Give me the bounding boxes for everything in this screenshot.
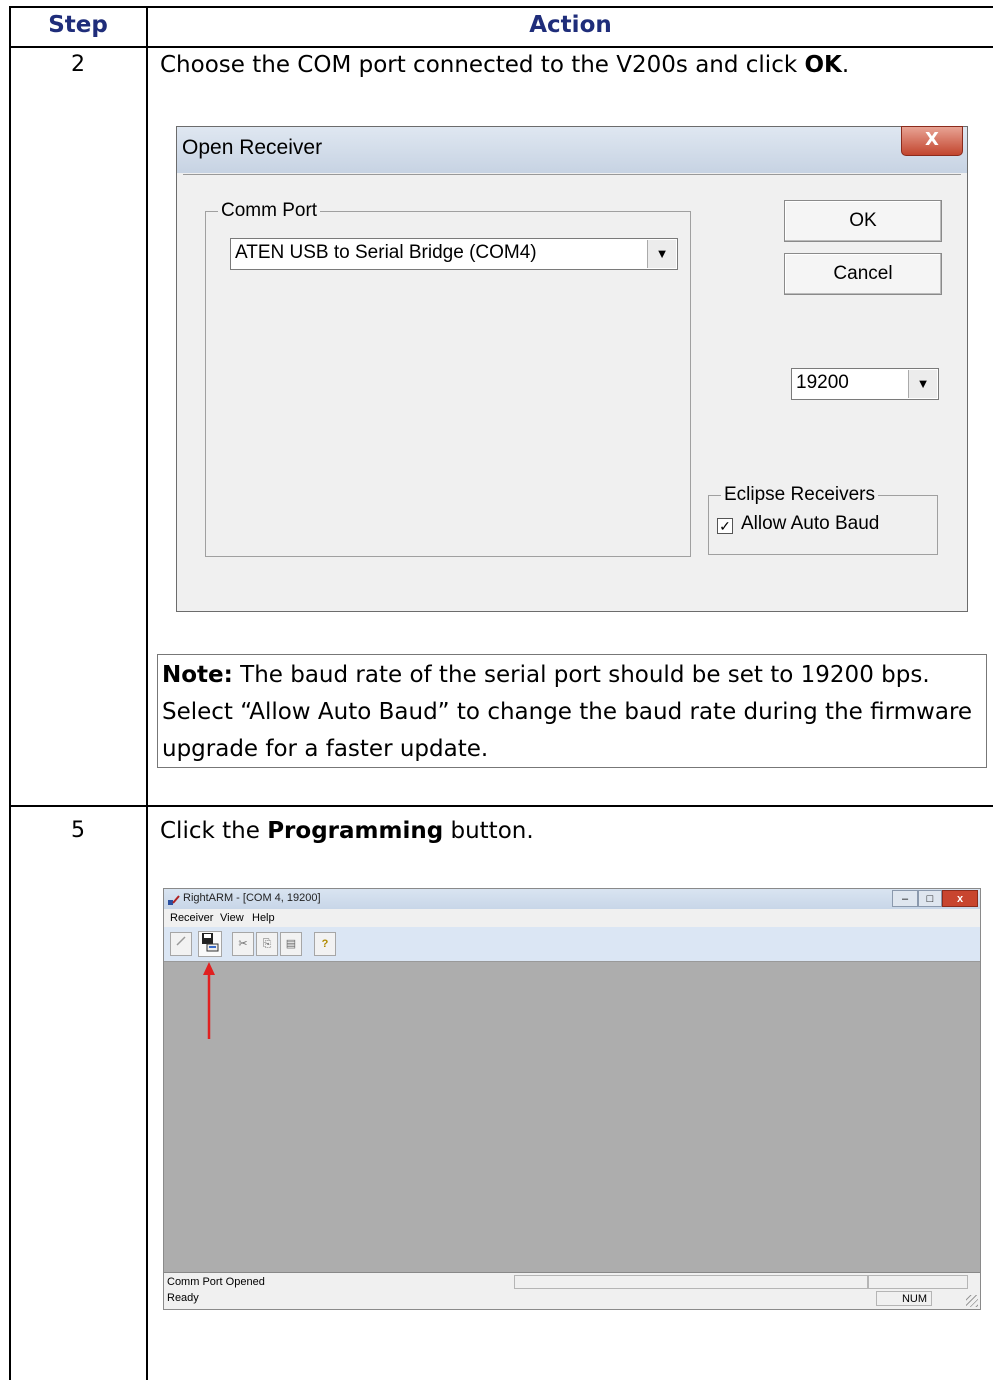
table-divider (146, 6, 148, 1380)
step-number: 2 (71, 52, 85, 77)
status-bar: Comm Port Opened Ready NUM (164, 1272, 980, 1309)
dialog-titlebar: Open Receiver X (177, 126, 967, 173)
comm-port-value: ATEN USB to Serial Bridge (COM4) (235, 242, 537, 263)
copy-button[interactable]: ⎘ (256, 932, 278, 956)
instruction-text-end: . (841, 52, 850, 78)
programming-button[interactable] (198, 931, 222, 957)
step-number: 5 (71, 818, 85, 843)
baud-rate-value: 19200 (796, 372, 849, 393)
programming-icon (202, 933, 219, 952)
instruction-text-end: button. (443, 818, 534, 844)
toolbar: ✂ ⎘ ▤ ? (164, 927, 980, 962)
rightarm-title: RightARM - [COM 4, 19200] (183, 892, 321, 904)
rightarm-window: RightARM - [COM 4, 19200] – □ x Receiver… (163, 888, 981, 1310)
menu-receiver[interactable]: Receiver (170, 912, 213, 924)
baud-rate-select[interactable]: 19200 ▼ (791, 368, 939, 400)
instruction-bold: Programming (267, 818, 444, 844)
open-receiver-dialog: Open Receiver X Comm Port ATEN USB to Se… (176, 126, 968, 612)
status-pane (868, 1275, 968, 1289)
ok-button[interactable]: OK (784, 200, 942, 242)
auto-baud-label: Allow Auto Baud (741, 513, 880, 534)
resize-grip-icon[interactable] (966, 1295, 978, 1307)
step-instruction: Choose the COM port connected to the V20… (160, 52, 849, 78)
connect-button[interactable] (170, 932, 192, 956)
chevron-down-icon[interactable]: ▼ (647, 240, 676, 268)
note-box: Note: The baud rate of the serial port s… (157, 654, 987, 768)
table-border-row (9, 805, 993, 807)
comm-port-group: Comm Port ATEN USB to Serial Bridge (COM… (205, 200, 691, 557)
app-icon (168, 893, 180, 905)
menu-view[interactable]: View (220, 912, 244, 924)
chevron-down-icon[interactable]: ▼ (908, 370, 937, 398)
maximize-button[interactable]: □ (918, 890, 942, 907)
note-text: The baud rate of the serial port should … (162, 662, 973, 762)
menu-bar: Receiver View Help (164, 909, 980, 927)
status-line-1: Comm Port Opened (167, 1276, 265, 1288)
menu-help[interactable]: Help (252, 912, 275, 924)
minimize-button[interactable]: – (892, 890, 918, 907)
header-step: Step (48, 12, 108, 38)
rightarm-titlebar: RightARM - [COM 4, 19200] – □ x (164, 889, 980, 909)
close-button[interactable]: x (942, 890, 978, 907)
instruction-bold: OK (804, 52, 842, 78)
paste-button[interactable]: ▤ (280, 932, 302, 956)
cancel-button[interactable]: Cancel (784, 253, 942, 295)
comm-port-select[interactable]: ATEN USB to Serial Bridge (COM4) ▼ (230, 238, 678, 270)
instruction-text: Choose the COM port connected to the V20… (160, 52, 805, 78)
connect-icon (176, 936, 186, 946)
note-label: Note: (162, 662, 233, 688)
dialog-title: Open Receiver (182, 136, 323, 159)
red-arrow-icon (203, 962, 215, 1039)
table-border-left (9, 6, 11, 1380)
table-border-top (9, 6, 993, 8)
auto-baud-checkbox[interactable]: ✓ (717, 518, 733, 534)
eclipse-receivers-label: Eclipse Receivers (721, 484, 878, 506)
header-action: Action (529, 12, 612, 38)
close-button[interactable]: X (901, 126, 963, 156)
step-instruction: Click the Programming button. (160, 818, 534, 844)
num-label: NUM (901, 1293, 927, 1305)
status-pane (514, 1275, 868, 1289)
comm-port-label: Comm Port (218, 200, 321, 222)
table-border-header (9, 46, 993, 48)
help-button[interactable]: ? (314, 932, 336, 956)
status-line-2: Ready (167, 1292, 199, 1304)
dialog-body: Comm Port ATEN USB to Serial Bridge (COM… (183, 174, 961, 605)
instruction-text: Click the (160, 818, 268, 844)
eclipse-receivers-group: Eclipse Receivers ✓ Allow Auto Baud (708, 484, 938, 555)
num-indicator: NUM (876, 1291, 932, 1306)
cut-button[interactable]: ✂ (232, 932, 254, 956)
